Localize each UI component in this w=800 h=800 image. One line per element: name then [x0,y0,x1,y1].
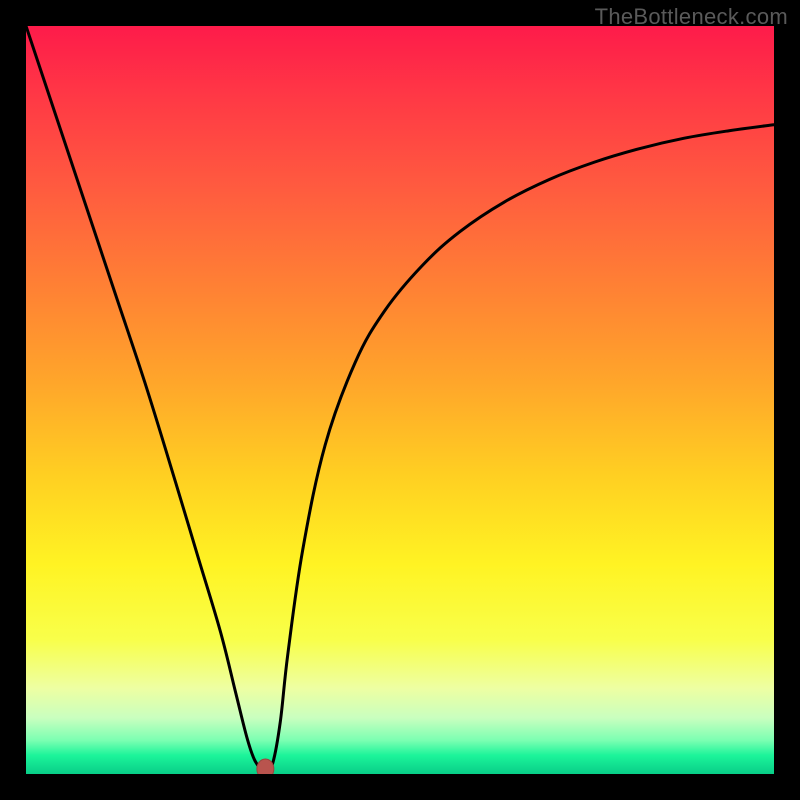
bottleneck-curve-chart [26,26,774,774]
gradient-background [26,26,774,774]
optimum-marker [257,759,274,774]
plot-area [26,26,774,774]
watermark-text: TheBottleneck.com [595,4,788,30]
chart-frame: TheBottleneck.com [0,0,800,800]
